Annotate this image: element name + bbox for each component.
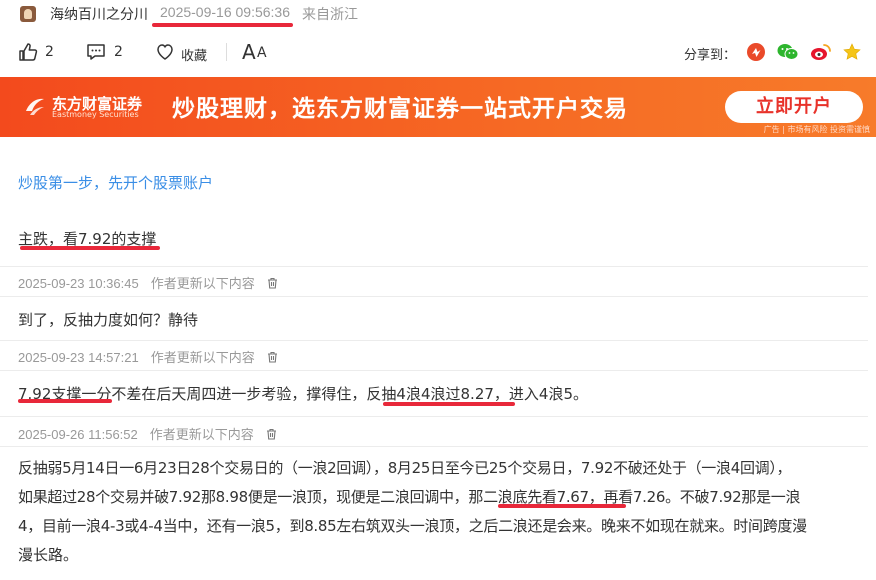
paragraph-text: 如果超过28个交易并破7.92那8.98便是一浪顶，现便是二浪回调中， [18,488,469,506]
paragraph-line: 反抽弱5月14日一6月23日28个交易日的（一浪2回调），8月25日至今已25个… [18,459,792,477]
divider [0,266,868,267]
font-size-small-icon[interactable]: A [257,45,267,61]
update-time: 2025-09-23 14:57:21 [18,350,139,365]
weibo-icon[interactable] [810,43,832,61]
wechat-icon[interactable] [777,43,799,61]
update-label: 作者更新以下内容 [150,351,255,366]
eastmoney-logo-icon [26,98,44,115]
divider [0,370,868,371]
author-avatar[interactable] [20,6,36,22]
banner-ad-note: 广告 | 市场有风险 投资需谨慎 [763,125,870,134]
rebound-underline [383,402,515,406]
ad-banner[interactable]: 东方财富证券 Eastmoney Securities 炒股理财，选东方财富证券… [0,77,876,137]
update-text: 到了，反抽力度如何？静待 [18,311,199,329]
support-underline [18,399,112,403]
update-paragraph: 反抽弱5月14日一6月23日28个交易日的（一浪2回调），8月25日至今已25个… [18,454,870,570]
author-row: 海纳百川之分川 2025-09-16 09:56:36 来自浙江 [18,0,876,28]
like-count: 2 [45,44,54,60]
action-divider [226,43,227,61]
divider [0,340,868,341]
highlight-rebound: 反抽4浪4浪过8.27 [366,385,494,403]
star-icon[interactable] [843,43,861,61]
headline-underline [20,246,160,250]
update-text-part: ，进入4浪5。 [493,385,589,403]
divider [0,446,868,447]
banner-logo-en: Eastmoney Securities [52,110,139,119]
like-icon[interactable] [18,42,38,62]
update-label: 作者更新以下内容 [150,277,255,292]
paragraph-line: 漫长路。 [18,546,79,564]
update-text-part: 不差在后天周四进一步考验，撑得住， [111,385,367,403]
comment-count: 2 [114,44,123,60]
paragraph-line: 如果超过28个交易并破7.92那8.98便是一浪顶，现便是二浪回调中，那二浪底先… [18,483,870,512]
author-name[interactable]: 海纳百川之分川 [50,4,148,24]
divider [0,416,868,417]
comment-icon[interactable] [86,42,106,62]
divider [0,296,868,297]
update-time: 2025-09-26 11:56:52 [18,427,138,442]
trash-icon[interactable] [266,428,277,440]
trash-icon[interactable] [267,351,278,363]
banner-slogan: 炒股理财，选东方财富证券一站式开户交易 [172,96,628,122]
trash-icon[interactable] [267,277,278,289]
update-header: 2025-09-23 10:36:45 作者更新以下内容 [18,273,278,292]
post-time: 2025-09-16 09:56:36 [160,4,290,20]
share-label: 分享到： [684,48,737,63]
font-size-large-icon[interactable]: A [242,40,256,64]
open-account-link[interactable]: 炒股第一步，先开个股票账户 [18,172,213,193]
wave-bottom-underline [498,504,626,508]
update-label: 作者更新以下内容 [149,428,254,443]
eastmoney-logo: 东方财富证券 Eastmoney Securities [22,91,162,121]
update-header: 2025-09-23 14:57:21 作者更新以下内容 [18,347,278,366]
heart-icon[interactable] [155,42,175,62]
favorite-label[interactable]: 收藏 [181,45,207,64]
paragraph-line: 4，目前一浪4-3或4-4当中，还有一浪5，到8.85左右筑双头一浪顶，之后二浪… [18,517,807,535]
post-source: 来自浙江 [302,7,358,23]
open-account-button[interactable]: 立即开户 [725,91,863,123]
update-header: 2025-09-26 11:56:52 作者更新以下内容 [18,424,277,443]
update-time: 2025-09-23 10:36:45 [18,276,139,291]
time-highlight-underline [152,23,293,27]
share-eastmoney-icon[interactable] [747,43,765,61]
